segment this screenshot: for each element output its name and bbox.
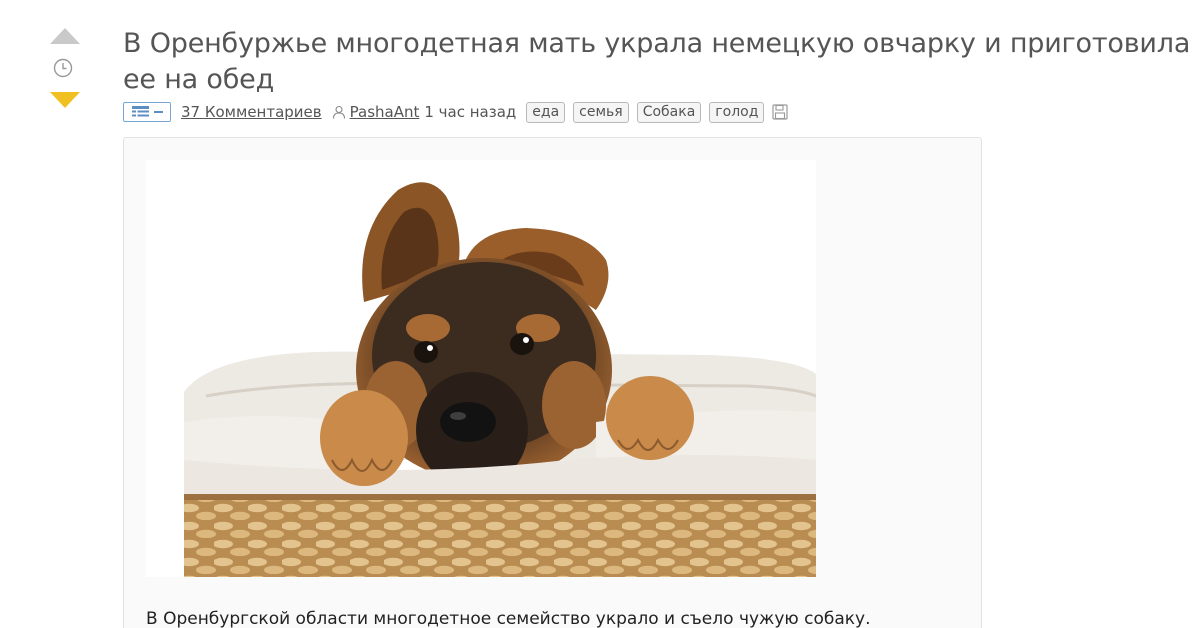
- post-content: В Оренбургской области многодетное семей…: [123, 137, 982, 628]
- upvote-arrow-icon[interactable]: [50, 28, 80, 44]
- author-link[interactable]: PashaAnt: [350, 103, 420, 121]
- save-icon[interactable]: [772, 104, 789, 120]
- user-icon: [332, 105, 345, 119]
- tag-dog[interactable]: Собака: [636, 101, 702, 123]
- post-time: 1 час назад: [424, 103, 517, 121]
- downvote-arrow-icon[interactable]: [50, 92, 80, 108]
- post-image[interactable]: [146, 160, 816, 577]
- view-toggle-button[interactable]: [123, 102, 171, 122]
- tag-hunger[interactable]: голод: [709, 101, 765, 123]
- collapse-minus-icon: [153, 111, 163, 113]
- puppy-in-basket-illustration: [184, 182, 816, 577]
- comments-link[interactable]: 37 Комментариев: [181, 103, 322, 121]
- clock-icon[interactable]: [53, 58, 73, 78]
- post-title[interactable]: В Оренбуржье многодетная мать украла нем…: [123, 26, 1198, 98]
- post-body-text: В Оренбургской области многодетное семей…: [146, 609, 871, 628]
- post-meta: 37 Комментариев PashaAnt 1 час назад еда…: [123, 100, 789, 124]
- tag-family[interactable]: семья: [573, 101, 629, 123]
- post-page: В Оренбуржье многодетная мать украла нем…: [0, 0, 1200, 628]
- tag-food[interactable]: еда: [526, 101, 566, 123]
- list-view-icon: [131, 106, 149, 117]
